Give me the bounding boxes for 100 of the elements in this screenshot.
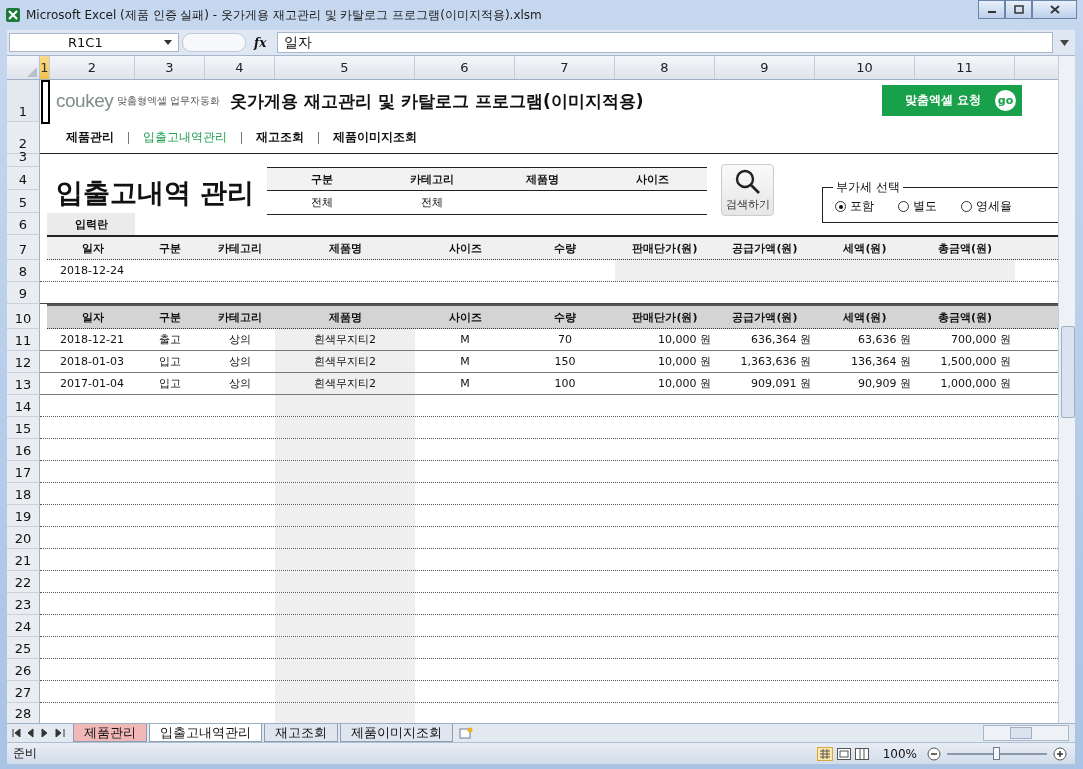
row-header[interactable]: 1	[7, 80, 40, 122]
row-header[interactable]: 7	[7, 235, 40, 260]
close-icon	[1049, 5, 1060, 14]
table-cell: 흰색무지티2	[314, 376, 376, 391]
row-header[interactable]: 20	[7, 527, 40, 549]
row-header[interactable]: 8	[7, 260, 40, 282]
zoom-slider-thumb[interactable]	[993, 747, 1000, 760]
expand-caret-icon[interactable]	[1060, 39, 1069, 46]
row-header[interactable]: 6	[7, 213, 40, 235]
row-header[interactable]: 9	[7, 282, 40, 304]
row-header[interactable]: 13	[7, 373, 40, 395]
column-header[interactable]: 3	[135, 56, 205, 79]
column-header[interactable]: 4	[205, 56, 275, 79]
column-header[interactable]: 7	[515, 56, 615, 79]
sheet-tab[interactable]: 입출고내역관리	[149, 724, 262, 742]
row-header[interactable]: 16	[7, 439, 40, 461]
column-header[interactable]: 8	[615, 56, 715, 79]
sheet-tab[interactable]: 제품관리	[73, 724, 147, 742]
table-cell: 상의	[229, 376, 251, 391]
search-icon	[734, 168, 761, 195]
radio-option[interactable]: 별도	[898, 198, 937, 215]
row-header[interactable]: 5	[7, 190, 40, 213]
formula-field[interactable]: 일자	[277, 32, 1053, 53]
nav-link[interactable]: 제품관리	[66, 129, 114, 146]
table-cell: 흰색무지티2	[314, 332, 376, 347]
row-header[interactable]: 23	[7, 593, 40, 615]
sheet-tab[interactable]: 제품이미지조회	[340, 724, 453, 742]
radio-option[interactable]: 영세율	[961, 198, 1012, 215]
table-cell: 흰색무지티2	[314, 354, 376, 369]
filter-value[interactable]: 전체	[267, 191, 377, 214]
column-header[interactable]: 5	[275, 56, 415, 79]
group-legend: 부가세 선택	[833, 179, 903, 196]
search-button[interactable]: 검색하기	[721, 164, 774, 216]
radio-option[interactable]: 포함	[835, 198, 874, 215]
table-cell: 909,091 원	[751, 376, 811, 391]
row-header[interactable]: 28	[7, 703, 40, 723]
row-header[interactable]: 3	[7, 154, 40, 167]
zoom-slider[interactable]	[947, 747, 1047, 760]
page-layout-icon[interactable]	[836, 747, 851, 760]
filter-value[interactable]: 전체	[377, 191, 487, 214]
column-header[interactable]: 11	[915, 56, 1015, 79]
nav-link[interactable]: 입출고내역관리	[143, 129, 227, 146]
column-heading: 총금액(원)	[936, 309, 994, 325]
sheet-tab[interactable]: 재고조회	[264, 724, 338, 742]
row-header[interactable]: 24	[7, 615, 40, 637]
page-break-icon[interactable]	[854, 747, 869, 760]
row-header[interactable]: 26	[7, 659, 40, 681]
column-header[interactable]: 9	[715, 56, 815, 79]
zoom-in-icon[interactable]	[1053, 746, 1067, 761]
row-header[interactable]: 22	[7, 571, 40, 593]
normal-view-icon[interactable]	[816, 746, 833, 761]
row-header[interactable]: 17	[7, 461, 40, 483]
close-button[interactable]	[1032, 0, 1077, 19]
logo: coukey	[56, 90, 114, 112]
table-cell: 90,909 원	[858, 376, 911, 391]
status-text: 준비	[13, 745, 37, 762]
zoom-out-icon[interactable]	[927, 746, 941, 761]
column-heading: 사이즈	[447, 309, 483, 325]
function-button[interactable]: fx	[254, 35, 267, 50]
selected-cell-outline	[41, 80, 50, 124]
nav-link[interactable]: 재고조회	[256, 129, 304, 146]
table-cell: 136,364 원	[851, 354, 911, 369]
row-header[interactable]: 25	[7, 637, 40, 659]
row-header[interactable]: 14	[7, 395, 40, 417]
column-heading: 사이즈	[447, 240, 483, 256]
name-box[interactable]: R1C1	[9, 33, 179, 52]
column-heading: 공급가액(원)	[731, 309, 799, 325]
row-header[interactable]: 12	[7, 351, 40, 373]
row-header[interactable]: 15	[7, 417, 40, 439]
filter-header: 제품명	[487, 168, 597, 191]
table-cell: 2018-12-21	[60, 333, 124, 346]
table-cell: 입고	[159, 376, 181, 391]
table-cell: M	[460, 333, 470, 346]
horizontal-scrollbar[interactable]	[983, 725, 1069, 741]
row-header[interactable]: 19	[7, 505, 40, 527]
table-cell: 100	[554, 377, 576, 390]
column-header[interactable]: 2	[50, 56, 135, 79]
row-header[interactable]: 4	[7, 167, 40, 190]
row-header[interactable]: 27	[7, 681, 40, 703]
date-field[interactable]: 2018-12-24	[60, 264, 124, 277]
row-header[interactable]: 11	[7, 329, 40, 351]
zoom-level[interactable]: 100%	[882, 746, 917, 761]
maximize-icon	[1013, 5, 1024, 14]
formula-handle[interactable]	[182, 33, 246, 52]
minimize-button[interactable]	[978, 0, 1005, 19]
column-header[interactable]: 6	[415, 56, 515, 79]
row-header[interactable]: 18	[7, 483, 40, 505]
column-heading: 공급가액(원)	[731, 240, 799, 256]
maximize-button[interactable]	[1005, 0, 1032, 19]
column-header[interactable]: 1	[40, 56, 50, 79]
table-cell: 2017-01-04	[60, 377, 124, 390]
row-header[interactable]: 21	[7, 549, 40, 571]
section-label: 입력란	[47, 213, 135, 235]
filter-header: 카테고리	[377, 168, 487, 191]
nav-link[interactable]: 제품이미지조회	[333, 129, 417, 146]
column-header[interactable]: 10	[815, 56, 915, 79]
table-cell: 상의	[229, 332, 251, 347]
row-header[interactable]: 10	[7, 304, 40, 329]
table-cell: 10,000 원	[658, 332, 711, 347]
vertical-scrollbar[interactable]	[1058, 56, 1075, 723]
